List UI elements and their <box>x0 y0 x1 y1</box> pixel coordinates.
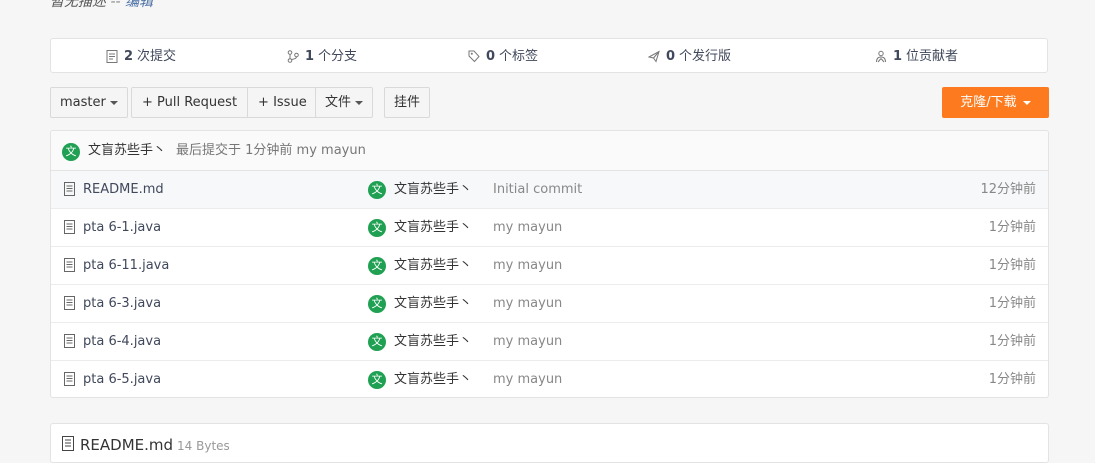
stat-releases-count: 0 <box>666 49 676 64</box>
commit-time: 12分钟前 <box>980 182 1036 197</box>
file-name[interactable]: pta 6-5.java <box>83 361 161 397</box>
file-icon <box>64 258 75 272</box>
file-icon <box>64 296 75 310</box>
stat-commits-count: 2 <box>124 49 134 64</box>
commit-message[interactable]: my mayun <box>493 361 562 397</box>
latest-commit-summary[interactable]: 最后提交于 1分钟前 my mayun <box>176 131 366 171</box>
description-text: 暂无描述 <box>50 0 106 10</box>
commit-message[interactable]: my mayun <box>493 247 562 285</box>
contributors-icon <box>876 50 886 63</box>
attachments-label: 挂件 <box>394 95 421 110</box>
commit-message[interactable]: Initial commit <box>493 171 582 209</box>
chevron-down-icon <box>355 100 364 105</box>
file-icon <box>62 436 74 451</box>
readme-size: 14 Bytes <box>177 439 230 453</box>
stat-branches-count: 1 <box>305 49 315 64</box>
file-name[interactable]: README.md <box>83 171 164 209</box>
commit-message[interactable]: my mayun <box>493 209 562 247</box>
new-issue-button[interactable]: + Issue <box>248 87 318 118</box>
avatar[interactable]: 文 <box>368 333 386 351</box>
pr-issue-group: + Pull Request + Issue <box>131 87 318 118</box>
commit-message[interactable]: my mayun <box>493 285 562 323</box>
new-pull-request-button[interactable]: + Pull Request <box>131 87 249 118</box>
repo-description: 暂无描述 -- 编辑 <box>50 0 153 12</box>
table-row[interactable]: pta 6-1.java 文文盲苏些手丶 my mayun 1分钟前 <box>51 209 1048 247</box>
clone-download-button[interactable]: 克隆/下载 <box>942 87 1049 118</box>
table-row[interactable]: pta 6-11.java 文文盲苏些手丶 my mayun 1分钟前 <box>51 247 1048 285</box>
commit-time: 1分钟前 <box>988 220 1036 235</box>
file-icon <box>64 182 75 196</box>
file-name[interactable]: pta 6-3.java <box>83 285 161 323</box>
chevron-down-icon <box>109 100 118 105</box>
attachments-button[interactable]: 挂件 <box>384 87 431 118</box>
commit-icon <box>106 50 118 63</box>
file-icon <box>64 220 75 234</box>
file-name[interactable]: pta 6-4.java <box>83 323 161 361</box>
avatar[interactable]: 文 <box>368 295 386 313</box>
stat-releases-label: 个发行版 <box>679 49 732 64</box>
table-row[interactable]: README.md 文文盲苏些手丶 Initial commit 12分钟前 <box>51 171 1048 209</box>
tag-icon <box>468 50 480 63</box>
release-icon <box>648 50 660 63</box>
stat-contributors[interactable]: 1 位贡献者 <box>875 39 958 74</box>
stat-contributors-count: 1 <box>893 49 903 64</box>
table-row[interactable]: pta 6-5.java 文文盲苏些手丶 my mayun 1分钟前 <box>51 361 1048 397</box>
readme-title-text: README.md <box>80 436 174 454</box>
stat-tags-label: 个标签 <box>499 49 539 64</box>
file-icon <box>64 372 75 386</box>
file-menu-button[interactable]: 文件 <box>315 87 374 118</box>
commit-author[interactable]: 文盲苏些手丶 <box>394 247 472 285</box>
clone-download-label: 克隆/下载 <box>960 95 1017 110</box>
latest-commit-header: 文 文盲苏些手丶 最后提交于 1分钟前 my mayun <box>51 131 1048 171</box>
readme-title: README.md 14 Bytes <box>80 435 230 456</box>
file-name[interactable]: pta 6-1.java <box>83 209 161 247</box>
stat-branches[interactable]: 1 个分支 <box>287 39 357 74</box>
table-row[interactable]: pta 6-3.java 文文盲苏些手丶 my mayun 1分钟前 <box>51 285 1048 323</box>
file-icon <box>64 334 75 348</box>
commit-time: 1分钟前 <box>988 334 1036 349</box>
stat-tags[interactable]: 0 个标签 <box>468 39 538 74</box>
edit-description-link[interactable]: 编辑 <box>125 0 153 10</box>
stat-commits-label: 次提交 <box>137 49 177 64</box>
commit-author[interactable]: 文盲苏些手丶 <box>88 131 166 171</box>
commit-author[interactable]: 文盲苏些手丶 <box>394 171 472 209</box>
stat-commits[interactable]: 2 次提交 <box>106 39 176 74</box>
stat-releases[interactable]: 0 个发行版 <box>648 39 731 74</box>
commit-time: 1分钟前 <box>988 372 1036 387</box>
repo-stats-bar: 2 次提交 1 个分支 0 个标签 0 个发行版 1 位贡献者 <box>50 38 1048 73</box>
chevron-down-icon <box>1022 100 1031 105</box>
avatar[interactable]: 文 <box>368 371 386 389</box>
readme-card: README.md 14 Bytes <box>50 423 1049 463</box>
avatar[interactable]: 文 <box>368 219 386 237</box>
stat-contributors-label: 位贡献者 <box>906 49 959 64</box>
commit-author[interactable]: 文盲苏些手丶 <box>394 285 472 323</box>
commit-author[interactable]: 文盲苏些手丶 <box>394 209 472 247</box>
branch-icon <box>287 50 299 63</box>
commit-message[interactable]: my mayun <box>493 323 562 361</box>
commit-author[interactable]: 文盲苏些手丶 <box>394 323 472 361</box>
stat-tags-count: 0 <box>486 49 496 64</box>
avatar[interactable]: 文 <box>62 143 80 161</box>
description-separator: -- <box>110 0 121 10</box>
file-menu-label: 文件 <box>325 95 352 110</box>
avatar[interactable]: 文 <box>368 257 386 275</box>
avatar[interactable]: 文 <box>368 181 386 199</box>
commit-time: 1分钟前 <box>988 258 1036 273</box>
commit-time: 1分钟前 <box>988 296 1036 311</box>
stat-branches-label: 个分支 <box>318 49 358 64</box>
branch-select-label: master <box>60 95 106 110</box>
table-row[interactable]: pta 6-4.java 文文盲苏些手丶 my mayun 1分钟前 <box>51 323 1048 361</box>
file-name[interactable]: pta 6-11.java <box>83 247 169 285</box>
file-list: 文 文盲苏些手丶 最后提交于 1分钟前 my mayun README.md 文文… <box>50 130 1049 398</box>
branch-select[interactable]: master <box>50 87 128 118</box>
commit-author[interactable]: 文盲苏些手丶 <box>394 361 472 397</box>
